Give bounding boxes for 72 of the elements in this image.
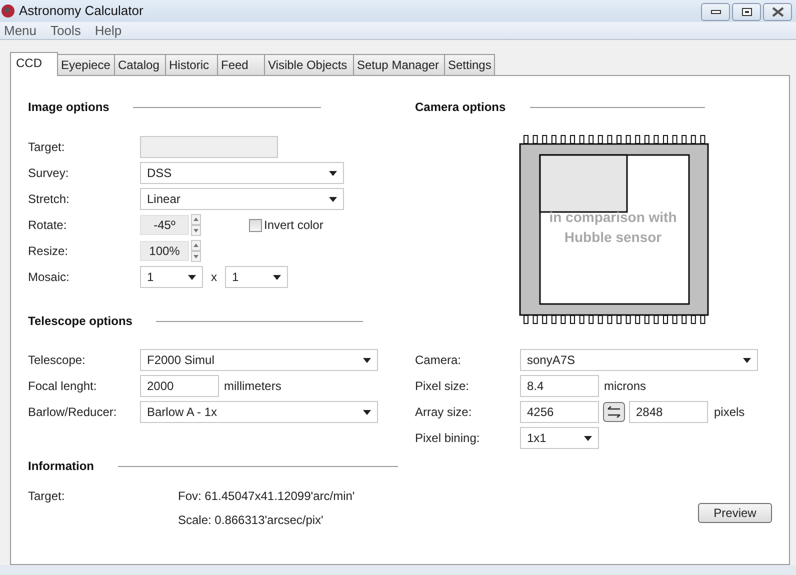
tab[interactable]: Eyepiece bbox=[57, 54, 115, 76]
field-label: Stretch: bbox=[28, 191, 70, 208]
dropdown[interactable]: 1 bbox=[140, 266, 203, 288]
field-label: Target: bbox=[28, 139, 66, 156]
input-field[interactable]: 2848 bbox=[629, 401, 708, 423]
dropdown[interactable]: Barlow A - 1x bbox=[140, 401, 378, 423]
caret-icon bbox=[329, 170, 337, 176]
dropdown[interactable]: F2000 Simul bbox=[140, 349, 378, 371]
info-text: Fov: 61.45047x41.12099'arc/min' bbox=[178, 488, 355, 505]
info-text: Scale: 0.866313'arcsec/pix' bbox=[178, 512, 324, 529]
tab[interactable]: Catalog bbox=[114, 54, 166, 76]
unit-label: microns bbox=[604, 378, 646, 395]
field-label: Array size: bbox=[415, 404, 473, 421]
maximize-button[interactable] bbox=[732, 3, 761, 21]
preview-button[interactable]: Preview bbox=[698, 503, 772, 523]
spinner-field[interactable]: 100% bbox=[140, 241, 189, 261]
input-field[interactable]: 4256 bbox=[520, 401, 599, 423]
app-icon bbox=[1, 4, 15, 18]
input-field[interactable]: 2000 bbox=[140, 375, 219, 397]
caret-icon bbox=[329, 196, 337, 202]
window-title: Astronomy Calculator bbox=[19, 2, 144, 20]
spin-arrows-icon[interactable] bbox=[191, 240, 201, 262]
dropdown[interactable]: sonyA7S bbox=[520, 349, 758, 371]
dropdown[interactable]: DSS bbox=[140, 162, 344, 184]
field-label: Pixel size: bbox=[415, 378, 470, 395]
close-icon bbox=[772, 7, 784, 17]
tab[interactable]: Historic bbox=[165, 54, 218, 76]
checkbox[interactable] bbox=[249, 218, 262, 232]
spinner-field[interactable]: -45º bbox=[140, 215, 189, 235]
section-heading: Image options bbox=[28, 99, 110, 116]
minimize-icon bbox=[710, 10, 720, 14]
field-label: Mosaic: bbox=[28, 269, 70, 286]
section-heading: Telescope options bbox=[28, 313, 132, 330]
field-label: Survey: bbox=[28, 165, 70, 182]
menu-item[interactable]: Tools bbox=[50, 20, 81, 40]
field-label: Telescope: bbox=[28, 352, 86, 369]
spin-arrows-icon[interactable] bbox=[191, 214, 201, 236]
dropdown[interactable]: 1 bbox=[225, 266, 288, 288]
menu-item[interactable]: Menu bbox=[4, 20, 37, 40]
field-label: Pixel bining: bbox=[415, 430, 481, 447]
caret-icon bbox=[273, 274, 281, 280]
dropdown[interactable]: Linear bbox=[140, 188, 344, 210]
input-field[interactable]: 8.4 bbox=[520, 375, 599, 397]
tab[interactable]: Visible Objects bbox=[264, 54, 354, 76]
field-label: Barlow/Reducer: bbox=[28, 404, 118, 421]
tab[interactable]: Feed bbox=[217, 54, 265, 76]
separator-label: x bbox=[211, 269, 217, 286]
minimize-button[interactable] bbox=[701, 3, 730, 21]
swap-button[interactable] bbox=[603, 402, 625, 422]
menu-item[interactable]: Help bbox=[94, 20, 122, 40]
caret-icon bbox=[743, 358, 751, 362]
unit-label: millimeters bbox=[224, 378, 282, 395]
caret-icon bbox=[363, 358, 371, 362]
dropdown[interactable]: 1x1 bbox=[520, 427, 599, 449]
close-button[interactable] bbox=[763, 3, 792, 21]
info-label: Target: bbox=[28, 488, 66, 505]
caret-icon bbox=[363, 410, 371, 414]
field-label: Resize: bbox=[28, 243, 70, 260]
caret-icon bbox=[188, 274, 196, 280]
section-heading: Camera options bbox=[415, 99, 506, 116]
field-label: Rotate: bbox=[28, 217, 68, 234]
field-label: Focal lenght: bbox=[28, 378, 98, 395]
unit-label: pixels bbox=[714, 404, 745, 421]
section-heading: Information bbox=[28, 458, 94, 475]
tab[interactable]: CCD bbox=[10, 52, 58, 76]
tab[interactable]: Settings bbox=[444, 54, 495, 76]
sensor-caption: in comparison with Hubble sensor bbox=[548, 208, 678, 247]
tab[interactable]: Setup Manager bbox=[353, 54, 445, 76]
checkbox-label: Invert color bbox=[264, 217, 324, 234]
maximize-icon bbox=[742, 8, 752, 16]
caret-icon bbox=[584, 436, 592, 440]
field-label: Camera: bbox=[415, 352, 462, 369]
